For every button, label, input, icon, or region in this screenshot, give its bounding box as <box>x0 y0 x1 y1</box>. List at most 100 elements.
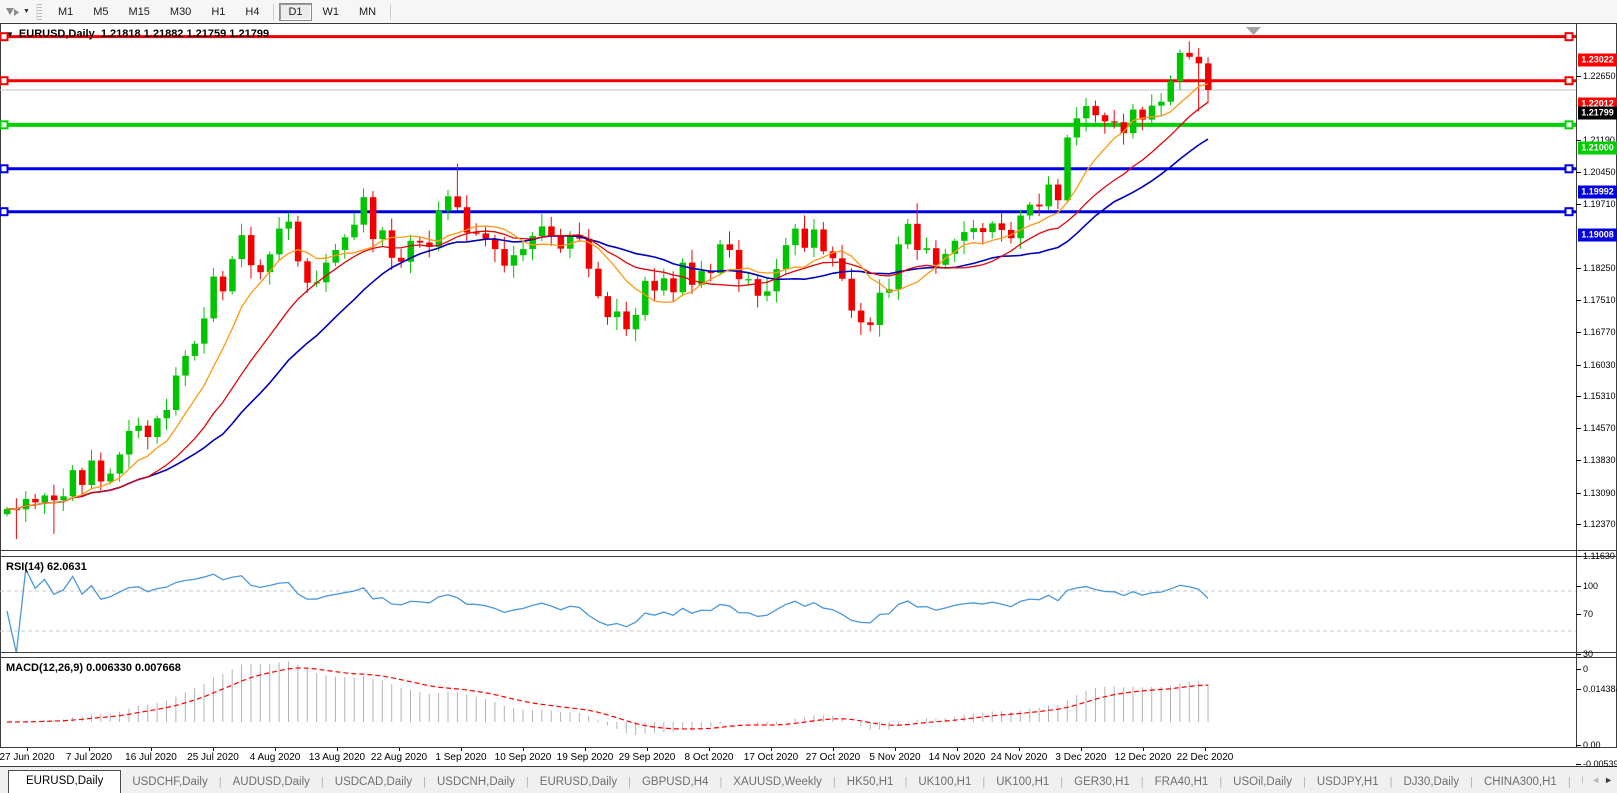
macd-tick-mark <box>1576 745 1581 746</box>
macd-plot[interactable] <box>0 658 1576 747</box>
hline-handle[interactable] <box>1564 207 1574 217</box>
rsi-plot[interactable] <box>0 557 1576 652</box>
time-axis-label: 22 Aug 2020 <box>370 752 428 763</box>
time-axis-tick <box>1081 748 1082 751</box>
time-axis-label: 17 Oct 2020 <box>743 752 799 763</box>
time-axis-tick <box>213 748 214 751</box>
chart-shift-marker-icon[interactable] <box>1246 27 1261 35</box>
time-axis-tick <box>585 748 586 751</box>
tab-eurusd-daily[interactable]: EURUSD,Daily <box>8 770 122 793</box>
hline-handle[interactable] <box>1564 164 1574 174</box>
current-price-badge: 1.21799 <box>1578 106 1617 120</box>
tab-gbpusd-h4[interactable]: GBPUSD,H4 <box>631 772 719 793</box>
price-tick-mark <box>1576 395 1581 397</box>
rsi-tick-mark <box>1576 614 1581 615</box>
timeframe-button-h1[interactable]: H1 <box>202 3 234 21</box>
rsi-tick-mark <box>1576 586 1581 587</box>
chart-tab-bar: EURUSD,Daily USDCHF,Daily | AUDUSD,Daily | US… <box>0 767 1617 793</box>
tab-uk100-h1[interactable]: UK100,H1 <box>907 772 982 793</box>
mt4-window: ▼ M1 M5 M15 M30 H1 H4 D1 W1 MN ▼ EURUSD,Daily 1.2… <box>0 0 1617 793</box>
price-tick-label: 1.22650 <box>1583 70 1616 81</box>
tab-usoil-daily[interactable]: USOil,Daily <box>1222 772 1303 793</box>
time-axis-tick <box>27 748 28 751</box>
timeframe-button-group: M1 M5 M15 M30 H1 H4 D1 W1 MN <box>48 2 395 21</box>
collapse-triangle-icon[interactable]: ▼ <box>6 30 14 39</box>
tab-usdjpy-h1[interactable]: USDJPY,H1 <box>1306 772 1390 793</box>
tab-fra40-h1[interactable]: FRA40,H1 <box>1144 772 1220 793</box>
time-axis-label: 19 Sep 2020 <box>556 752 614 763</box>
price-tick-label: 1.16030 <box>1583 359 1616 370</box>
time-axis-tick <box>337 748 338 751</box>
timeframe-button-w1[interactable]: W1 <box>314 3 349 21</box>
price-tick-label: 1.15310 <box>1583 390 1616 401</box>
macd-tick-label: 0.00 <box>1583 740 1601 750</box>
time-axis-label: 5 Nov 2020 <box>869 752 921 763</box>
price-tick-label: 1.20450 <box>1583 166 1616 177</box>
tab-uk100-h1[interactable]: UK100,H1 <box>985 772 1060 793</box>
macd-tick-label: 0.014384 <box>1583 684 1617 694</box>
tab-hk50-h1[interactable]: HK50,H1 <box>836 772 905 793</box>
tab-usdchf-daily[interactable]: USDCHF,Daily <box>121 772 218 793</box>
tabs-scroll-right-icon[interactable]: ► <box>1604 775 1613 785</box>
price-tick-label: 1.17510 <box>1583 295 1616 305</box>
chart-window: ▼ EURUSD,Daily 1.21818 1.21882 1.21759 1.… <box>0 23 1617 769</box>
price-tick-mark <box>1576 556 1581 558</box>
time-axis-label: 24 Nov 2020 <box>990 752 1048 763</box>
hline-handle[interactable] <box>0 207 9 217</box>
candles <box>4 41 1212 540</box>
price-tick-label: 1.11630 <box>1583 551 1615 562</box>
price-tick-mark <box>1576 204 1581 206</box>
time-axis[interactable]: 27 Jun 2020 7 Jul 2020 16 Jul 2020 25 Jul 2… <box>0 748 1617 766</box>
main-chart-plot[interactable] <box>0 24 1576 550</box>
chart-tool-icon[interactable] <box>3 4 23 20</box>
tab-eurusd-daily[interactable]: EURUSD,Daily <box>529 772 628 793</box>
hline-handle[interactable] <box>1564 32 1574 42</box>
time-axis-tick <box>399 748 400 751</box>
timeframe-button-m1[interactable]: M1 <box>49 3 82 21</box>
toolbar-gripper-icon <box>35 3 42 20</box>
time-axis-label: 16 Jul 2020 <box>125 752 177 763</box>
time-axis-label: 4 Aug 2020 <box>249 752 301 763</box>
hline-handle[interactable] <box>1564 76 1574 86</box>
price-tick-mark <box>1576 460 1581 462</box>
time-axis-label: 10 Sep 2020 <box>494 752 552 763</box>
rsi-tick-label: 30 <box>1583 649 1594 659</box>
time-axis-label: 12 Dec 2020 <box>1114 752 1172 763</box>
timeframe-button-m15[interactable]: M15 <box>120 3 159 21</box>
tab-audusd-daily[interactable]: AUDUSD,Daily <box>222 772 321 793</box>
tab-china300-h1[interactable]: CHINA300,H1 <box>1473 772 1568 793</box>
price-tick-label: 1.18250 <box>1583 262 1616 273</box>
price-tick-mark <box>1576 524 1581 526</box>
price-tick-mark <box>1576 300 1581 301</box>
price-tick-label: 1.14570 <box>1583 423 1616 434</box>
tab-usdcad-daily[interactable]: USDCAD,Daily <box>324 772 423 793</box>
hline-handle[interactable] <box>0 76 9 86</box>
time-axis-label: 22 Dec 2020 <box>1176 752 1234 763</box>
time-axis-tick <box>833 748 834 751</box>
macd-histogram <box>15 661 1209 735</box>
chart-title: ▼ EURUSD,Daily 1.21818 1.21882 1.21759 1.… <box>6 28 269 40</box>
macd-tick-mark <box>1576 764 1581 765</box>
hline-handle[interactable] <box>0 164 9 174</box>
time-axis-label: 25 Jul 2020 <box>187 752 239 763</box>
timeframe-button-m30[interactable]: M30 <box>161 3 200 21</box>
timeframe-button-h4[interactable]: H4 <box>236 3 268 21</box>
timeframe-button-m5[interactable]: M5 <box>84 3 117 21</box>
tabs-scroll-left-icon[interactable]: ◄ <box>1591 775 1600 785</box>
time-axis-label: 29 Sep 2020 <box>618 752 676 763</box>
time-axis-tick <box>461 748 462 751</box>
hline-handle[interactable] <box>1564 120 1574 130</box>
chevron-down-icon[interactable]: ▼ <box>23 8 30 15</box>
tab-xauusd-weekly[interactable]: XAUUSD,Weekly <box>722 772 833 793</box>
tab-usdcnh-daily[interactable]: USDCNH,Daily <box>426 772 526 793</box>
timeframe-button-d1[interactable]: D1 <box>279 2 312 21</box>
rsi-label: RSI(14) 62.0631 <box>6 561 87 573</box>
rsi-tick-label: 70 <box>1583 609 1594 619</box>
chart-ohlc-values: 1.21818 1.21882 1.21759 1.21799 <box>100 28 270 40</box>
time-axis-tick <box>1205 748 1206 751</box>
tab-dj30-daily[interactable]: DJ30,Daily <box>1392 772 1470 793</box>
time-axis-tick <box>523 748 524 751</box>
tab-ger30-h1[interactable]: GER30,H1 <box>1063 772 1141 793</box>
hline-handle[interactable] <box>0 120 9 130</box>
timeframe-button-mn[interactable]: MN <box>350 3 385 21</box>
